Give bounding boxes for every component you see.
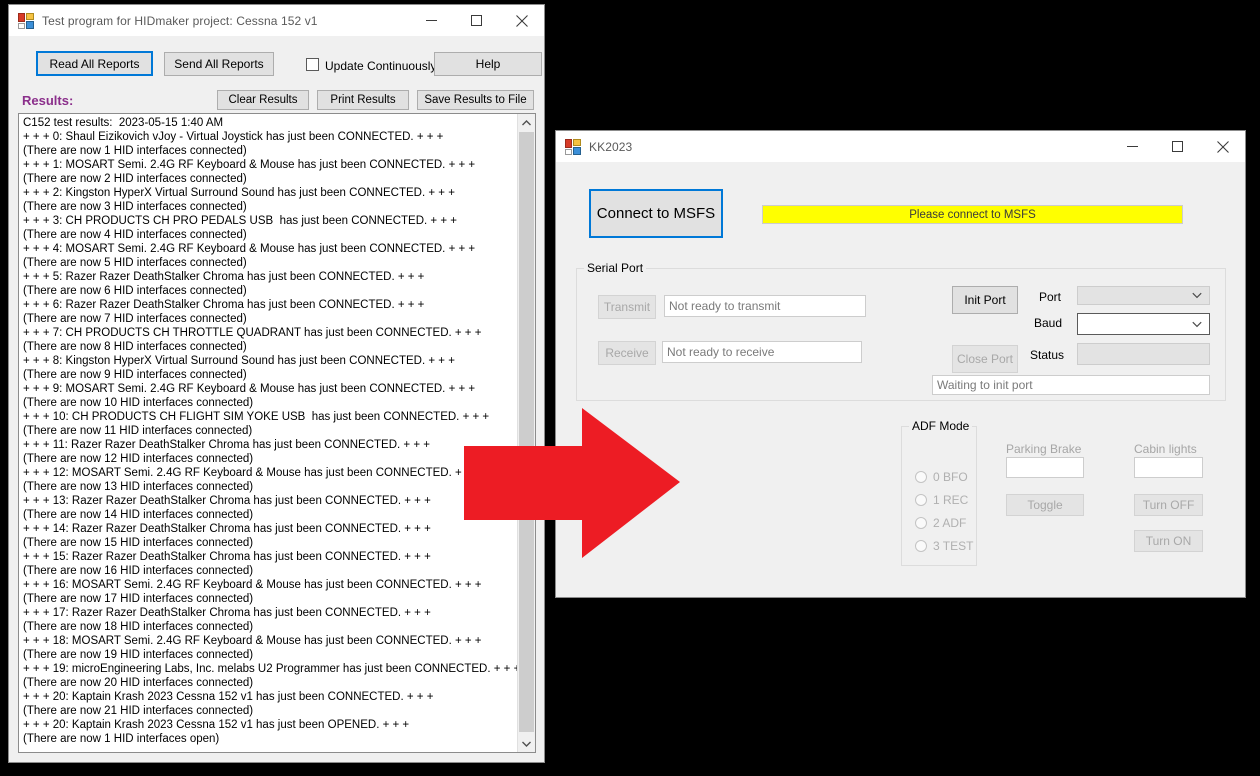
print-results-button[interactable]: Print Results	[317, 90, 409, 110]
results-log-box[interactable]: C152 test results: 2023-05-15 1:40 AM + …	[18, 113, 536, 753]
adf-mode-option-0[interactable]: 0 BFO	[915, 470, 968, 484]
minimize-icon[interactable]	[409, 5, 454, 36]
close-icon[interactable]	[1200, 131, 1245, 162]
status-label: Status	[1030, 348, 1065, 362]
init-port-button[interactable]: Init Port	[952, 286, 1018, 314]
send-all-reports-button[interactable]: Send All Reports	[164, 52, 274, 76]
scroll-down-icon[interactable]	[518, 735, 535, 752]
connect-to-msfs-button[interactable]: Connect to MSFS	[589, 189, 723, 238]
kk2023-caption-buttons	[1110, 131, 1245, 162]
app-form-icon	[565, 138, 581, 155]
clear-results-button[interactable]: Clear Results	[217, 90, 309, 110]
kk2023-window: KK2023 Connect to MSFS Please connect to…	[555, 130, 1246, 598]
adf-mode-option-label: 0 BFO	[933, 470, 968, 484]
hidmaker-test-window: Test program for HIDmaker project: Cessn…	[8, 4, 545, 763]
minimize-icon[interactable]	[1110, 131, 1155, 162]
chevron-down-icon	[1192, 292, 1202, 299]
adf-mode-option-label: 1 REC	[933, 493, 969, 507]
parking-brake-label: Parking Brake	[1006, 442, 1082, 456]
port-message-field[interactable]: Waiting to init port	[932, 375, 1210, 395]
transmit-status-field[interactable]: Not ready to transmit	[664, 295, 866, 317]
screenshot-root: Test program for HIDmaker project: Cessn…	[0, 0, 1260, 776]
maximize-icon[interactable]	[454, 5, 499, 36]
serial-status-field[interactable]	[1077, 343, 1210, 365]
port-label: Port	[1039, 290, 1062, 304]
help-button[interactable]: Help	[434, 52, 542, 76]
hidmaker-caption-buttons	[409, 5, 544, 36]
radio-icon	[915, 471, 927, 483]
port-select[interactable]	[1077, 286, 1210, 305]
kk2023-title-text: KK2023	[589, 139, 633, 154]
baud-select[interactable]	[1077, 313, 1210, 335]
hidmaker-titlebar: Test program for HIDmaker project: Cessn…	[9, 5, 544, 36]
receive-status-field[interactable]: Not ready to receive	[662, 341, 862, 363]
cabin-lights-turn-off-button[interactable]: Turn OFF	[1134, 494, 1203, 516]
results-label: Results:	[22, 93, 74, 108]
maximize-icon[interactable]	[1155, 131, 1200, 162]
adf-mode-option-3[interactable]: 3 TEST	[915, 539, 973, 553]
scroll-up-icon[interactable]	[518, 114, 535, 131]
kk2023-titlebar: KK2023	[556, 131, 1245, 162]
adf-mode-option-2[interactable]: 2 ADF	[915, 516, 966, 530]
cabin-lights-turn-on-button[interactable]: Turn ON	[1134, 530, 1203, 552]
adf-mode-group-title: ADF Mode	[909, 419, 973, 433]
serial-port-group: Serial Port Transmit Not ready to transm…	[576, 261, 1226, 401]
adf-mode-group: ADF Mode 0 BFO 1 REC 2 ADF 3 TEST	[901, 419, 977, 566]
msfs-connection-status: Please connect to MSFS	[762, 205, 1183, 224]
update-continuously-checkbox[interactable]	[306, 58, 319, 71]
results-log-scrollbar[interactable]	[517, 114, 535, 752]
hidmaker-title-text: Test program for HIDmaker project: Cessn…	[42, 13, 318, 28]
radio-icon	[915, 540, 927, 552]
parking-brake-field[interactable]	[1006, 457, 1084, 478]
radio-icon	[915, 517, 927, 529]
cabin-lights-label: Cabin lights	[1134, 442, 1197, 456]
serial-port-group-title: Serial Port	[584, 261, 647, 275]
save-results-to-file-button[interactable]: Save Results to File	[417, 90, 534, 110]
close-port-button[interactable]: Close Port	[952, 345, 1018, 373]
adf-mode-option-1[interactable]: 1 REC	[915, 493, 968, 507]
adf-mode-option-label: 3 TEST	[933, 539, 974, 553]
scrollbar-thumb[interactable]	[519, 132, 534, 732]
read-all-reports-button[interactable]: Read All Reports	[36, 51, 153, 76]
parking-brake-toggle-button[interactable]: Toggle	[1006, 494, 1084, 516]
baud-label: Baud	[1034, 316, 1063, 330]
adf-mode-option-label: 2 ADF	[933, 516, 967, 530]
update-continuously-label: Update Continuously	[325, 59, 437, 73]
app-form-icon	[18, 12, 34, 29]
radio-icon	[915, 494, 927, 506]
close-icon[interactable]	[499, 5, 544, 36]
chevron-down-icon	[1192, 321, 1202, 328]
results-log-text: C152 test results: 2023-05-15 1:40 AM + …	[23, 117, 517, 745]
cabin-lights-field[interactable]	[1134, 457, 1203, 478]
receive-button[interactable]: Receive	[598, 341, 656, 365]
transmit-button[interactable]: Transmit	[598, 295, 656, 319]
